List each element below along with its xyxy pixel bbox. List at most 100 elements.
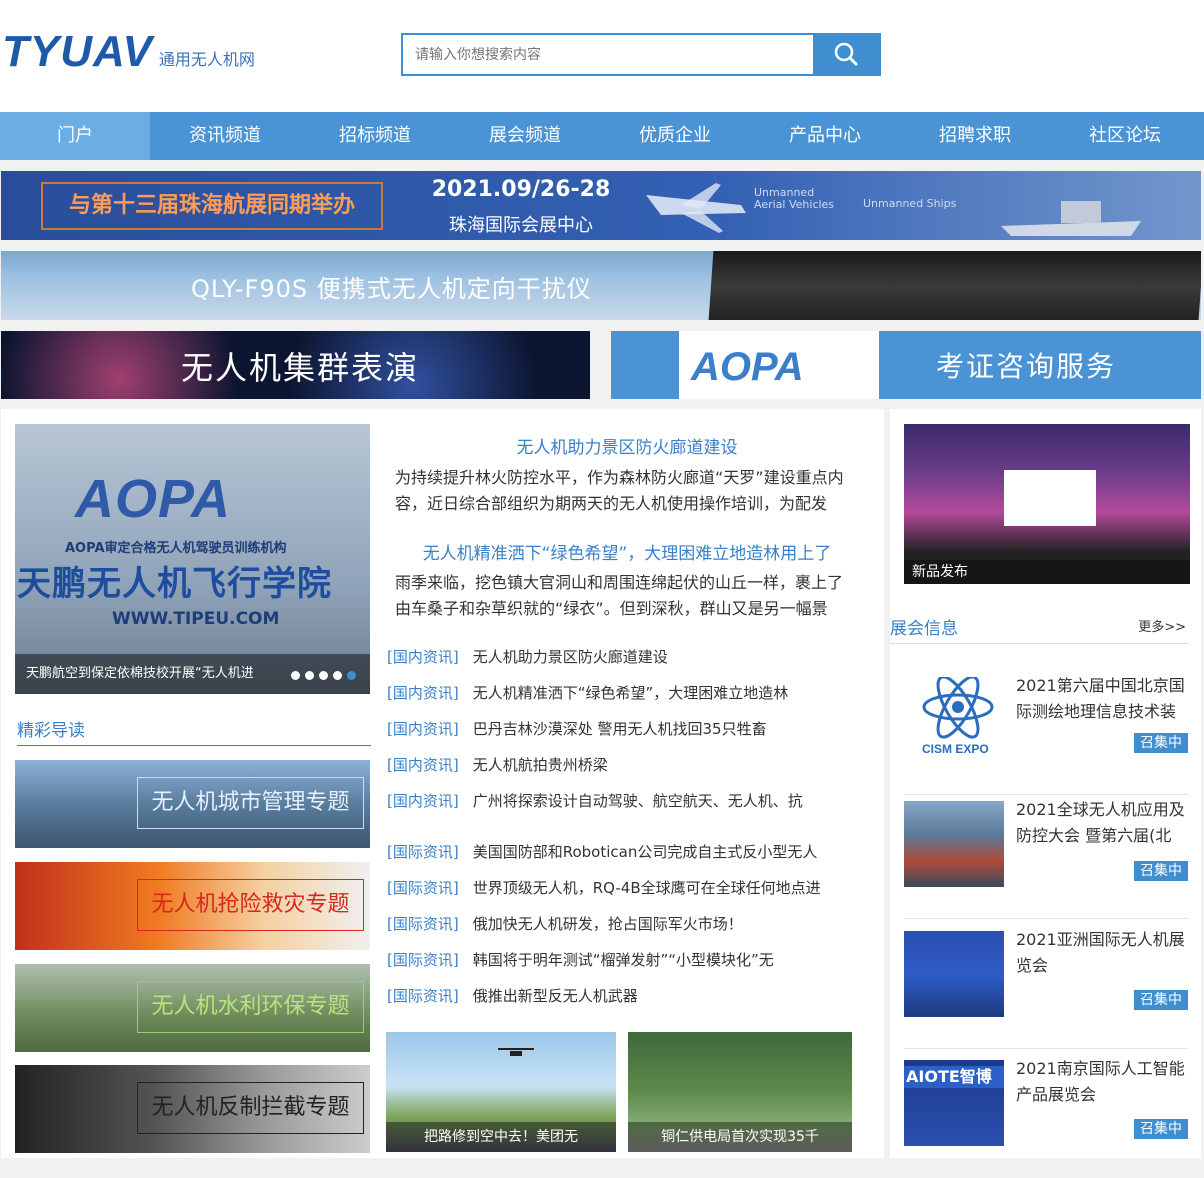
slider-aopa-logo: AOPA	[75, 469, 232, 529]
event-logo: AIOTE智博	[904, 1060, 1004, 1146]
news-category[interactable]: [国内资讯]	[387, 684, 459, 702]
slider-dots	[291, 671, 356, 680]
news-category[interactable]: [国际资讯]	[387, 987, 459, 1005]
news-item[interactable]: [国际资讯] 美国国防部和Robotican公司完成自主式反小型无人	[387, 841, 857, 863]
news-category[interactable]: [国内资讯]	[387, 756, 459, 774]
expo-event[interactable]: CISM EXPO 2021第六届中国北京国际测绘地理信息技术装 召集中	[904, 676, 1188, 795]
news-category[interactable]: [国内资讯]	[387, 648, 459, 666]
nav-jobs[interactable]: 招聘求职	[900, 112, 1050, 160]
news-item[interactable]: [国内资讯] 无人机精准洒下“绿色希望”，大理困难立地造林	[387, 682, 857, 704]
expo-more-link[interactable]: 更多>>	[1138, 616, 1186, 635]
swarm-show-banner[interactable]: 无人机集群表演	[1, 331, 590, 399]
nav-home[interactable]: 门户	[0, 112, 150, 160]
zhuhai-expo-banner[interactable]: 与第十三届珠海航展同期举办 2021.09/26-28 珠海国际会展中心 Unm…	[1, 171, 1201, 240]
search-input[interactable]	[403, 35, 815, 74]
site-header: TYUAV 通用无人机网	[0, 0, 1204, 112]
news-item[interactable]: [国际资讯] 俄推出新型反无人机武器	[387, 985, 857, 1007]
banner-tagline: 与第十三届珠海航展同期举办	[41, 182, 383, 230]
headline-title[interactable]: 无人机精准洒下“绿色希望”，大理困难立地造林用上了	[387, 539, 867, 564]
news-category[interactable]: [国际资讯]	[387, 915, 459, 933]
expo-sidebar: 新品发布 展会信息 更多>> CISM EXPO 2021第六届中国北京国际测绘…	[890, 409, 1201, 1158]
news-title[interactable]: 无人机精准洒下“绿色希望”，大理困难立地造林	[473, 684, 789, 702]
aopa-cert-banner[interactable]: AOPA 考证咨询服务	[611, 331, 1201, 399]
banner-date: 2021.09/26-28	[431, 177, 611, 202]
topic-rescue[interactable]: 无人机抢险救灾专题	[15, 862, 370, 950]
news-category[interactable]: [国际资讯]	[387, 879, 459, 897]
expo-event[interactable]: AIOTE智博 2021南京国际人工智能产品展览会 召集中	[904, 1059, 1188, 1178]
news-item[interactable]: [国内资讯] 无人机助力景区防火廊道建设	[387, 646, 857, 668]
topic-water[interactable]: 无人机水利环保专题	[15, 964, 370, 1052]
stage-screen	[1004, 470, 1096, 526]
event-status-badge: 召集中	[1134, 1119, 1188, 1139]
headline-title[interactable]: 无人机助力景区防火廊道建设	[387, 433, 867, 458]
news-category[interactable]: [国内资讯]	[387, 720, 459, 738]
slider-dot[interactable]	[305, 671, 314, 680]
slider-dot-active[interactable]	[347, 671, 356, 680]
news-title[interactable]: 韩国将于明年测试“榴弹发射”“小型模块化”无	[473, 951, 774, 969]
event-logo-text: CISM EXPO	[922, 742, 989, 756]
aopa-logo: AOPA	[691, 345, 804, 389]
slider-school-name: 天鹏无人机飞行学院	[17, 564, 332, 604]
news-category[interactable]: [国内资讯]	[387, 792, 459, 810]
news-item[interactable]: [国内资讯] 无人机航拍贵州桥梁	[387, 754, 857, 776]
news-title[interactable]: 美国国防部和Robotican公司完成自主式反小型无人	[473, 843, 818, 861]
search-box	[401, 33, 881, 76]
event-title[interactable]: 2021全球无人机应用及防控大会 暨第六届(北	[1016, 797, 1188, 849]
reading-section-title: 精彩导读	[17, 716, 371, 746]
nav-expo[interactable]: 展会频道	[450, 112, 600, 160]
nav-tender[interactable]: 招标频道	[300, 112, 450, 160]
news-item[interactable]: [国际资讯] 韩国将于明年测试“榴弹发射”“小型模块化”无	[387, 949, 857, 971]
event-status-badge: 召集中	[1134, 733, 1188, 753]
topic-label: 无人机水利环保专题	[137, 981, 364, 1033]
photo-news[interactable]: 铜仁供电局首次实现35千	[628, 1032, 852, 1152]
event-title[interactable]: 2021亚洲国际无人机展览会	[1016, 927, 1188, 979]
slider-dot[interactable]	[291, 671, 300, 680]
slider-website: WWW.TIPEU.COM	[112, 609, 280, 629]
drone-icon	[498, 1048, 534, 1056]
topic-city[interactable]: 无人机城市管理专题	[15, 760, 370, 848]
news-item[interactable]: [国际资讯] 世界顶级无人机，RQ-4B全球鹰可在全球任何地点进	[387, 877, 857, 899]
news-title[interactable]: 无人机助力景区防火廊道建设	[473, 648, 668, 666]
ship-icon	[1001, 201, 1141, 236]
main-nav: 门户 资讯频道 招标频道 展会频道 优质企业 产品中心 招聘求职 社区论坛	[0, 112, 1204, 160]
site-logo[interactable]: TYUAV 通用无人机网	[2, 30, 255, 74]
expo-event[interactable]: 2021全球无人机应用及防控大会 暨第六届(北 召集中	[904, 800, 1188, 919]
jammer-banner[interactable]: QLY-F90S 便携式无人机定向干扰仪	[1, 251, 1201, 320]
nav-companies[interactable]: 优质企业	[600, 112, 750, 160]
expo-image-slider[interactable]: 新品发布	[904, 424, 1190, 584]
search-icon	[834, 42, 858, 66]
news-category[interactable]: [国际资讯]	[387, 951, 459, 969]
expo-event[interactable]: 2021亚洲国际无人机展览会 召集中	[904, 930, 1188, 1049]
jammer-title: QLY-F90S 便携式无人机定向干扰仪	[191, 275, 592, 303]
photo-caption: 铜仁供电局首次实现35千	[628, 1122, 852, 1152]
headline-summary: 雨季来临，挖色镇大官洞山和周围连绵起伏的山丘一样，裹上了由车桑子和杂草织就的“绿…	[395, 573, 844, 618]
nav-forum[interactable]: 社区论坛	[1050, 112, 1200, 160]
swarm-title: 无人机集群表演	[181, 349, 420, 387]
expo-section-title: 展会信息	[890, 619, 958, 639]
event-logo-text: AIOTE智博	[904, 1066, 1004, 1088]
slider-dot[interactable]	[319, 671, 328, 680]
photo-news[interactable]: 把路修到空中去！美团无	[386, 1032, 616, 1152]
event-title[interactable]: 2021第六届中国北京国际测绘地理信息技术装	[1016, 673, 1188, 725]
drone-plane-icon	[646, 183, 746, 233]
logo-subtitle: 通用无人机网	[158, 50, 255, 69]
news-title[interactable]: 俄加快无人机研发，抢占国际军火市场！	[473, 915, 743, 933]
news-title[interactable]: 俄推出新型反无人机武器	[473, 987, 638, 1005]
news-item[interactable]: [国内资讯] 巴丹吉林沙漠深处 警用无人机找回35只牲畜	[387, 718, 857, 740]
topic-counter[interactable]: 无人机反制拦截专题	[15, 1065, 370, 1153]
slider-dot[interactable]	[333, 671, 342, 680]
news-title[interactable]: 世界顶级无人机，RQ-4B全球鹰可在全球任何地点进	[473, 879, 821, 897]
news-title[interactable]: 广州将探索设计自动驾驶、航空航天、无人机、抗	[473, 792, 803, 810]
banner-venue: 珠海国际会展中心	[449, 215, 593, 236]
news-item[interactable]: [国内资讯] 广州将探索设计自动驾驶、航空航天、无人机、抗	[387, 790, 857, 812]
search-button[interactable]	[813, 35, 879, 74]
nav-news[interactable]: 资讯频道	[150, 112, 300, 160]
news-item[interactable]: [国际资讯] 俄加快无人机研发，抢占国际军火市场！	[387, 913, 857, 935]
event-title[interactable]: 2021南京国际人工智能产品展览会	[1016, 1056, 1188, 1108]
nav-products[interactable]: 产品中心	[750, 112, 900, 160]
news-title[interactable]: 无人机航拍贵州桥梁	[473, 756, 608, 774]
slider-cert-text: AOPA审定合格无人机驾驶员训练机构	[65, 541, 287, 556]
news-category[interactable]: [国际资讯]	[387, 843, 459, 861]
news-title[interactable]: 巴丹吉林沙漠深处 警用无人机找回35只牲畜	[473, 720, 767, 738]
featured-slider[interactable]: AOPA AOPA审定合格无人机驾驶员训练机构 天鹏无人机飞行学院 WWW.TI…	[15, 424, 370, 694]
